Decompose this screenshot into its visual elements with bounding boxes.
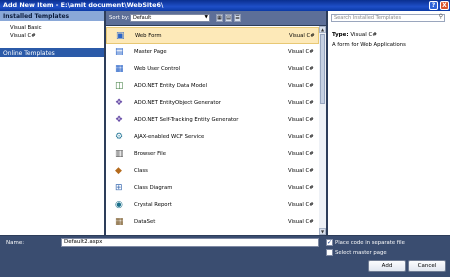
template-language: Visual C# (288, 83, 314, 89)
help-button[interactable]: ? (429, 1, 438, 10)
template-name: Master Page (134, 49, 167, 55)
details-pane: Search Installed Templates ⚲ Type: Visua… (328, 11, 450, 235)
template-row[interactable]: ▤ Master Page Visual C# (106, 44, 319, 61)
sort-value: Default (133, 15, 152, 21)
name-label: Name: (6, 240, 25, 246)
type-line: Type: Visual C# (332, 32, 377, 38)
sort-toolbar: Sort by: Default ▼ ▦ ▤ ☰ (106, 11, 326, 25)
web-form-icon: ▣ (116, 31, 125, 41)
template-name: Web Form (135, 33, 162, 39)
master-page-icon: ▤ (115, 47, 124, 57)
class-diagram-icon: ⊞ (115, 183, 123, 193)
list-view-icon[interactable]: ☰ (234, 14, 241, 22)
sort-label: Sort by: (109, 15, 130, 21)
template-language: Visual C# (288, 49, 314, 55)
template-list: ▣ Web Form Visual C# ▤ Master Page Visual C# ▦… (106, 26, 319, 235)
search-icon[interactable]: ⚲ (439, 14, 443, 20)
template-name: ADO.NET EntityObject Generator (134, 100, 221, 106)
template-row[interactable]: ⚙ AJAX-enabled WCF Service Visual C# (106, 129, 319, 146)
user-control-icon: ▦ (115, 64, 124, 74)
dataset-icon: ▦ (115, 217, 124, 227)
template-language: Visual C# (289, 33, 315, 39)
template-row[interactable]: ▥ Browser File Visual C# (106, 146, 319, 163)
add-button[interactable]: Add (368, 260, 406, 272)
templates-tree: Installed Templates Visual Basic Visual … (0, 11, 104, 235)
cancel-button[interactable]: Cancel (408, 260, 446, 272)
search-placeholder: Search Installed Templates (334, 15, 402, 21)
template-name: Class Diagram (134, 185, 173, 191)
tree-item-visual-csharp[interactable]: Visual C# (10, 33, 36, 39)
template-name: Browser File (134, 151, 167, 157)
window-title: Add New Item - E:\amit document\WebSite6… (3, 1, 164, 9)
wcf-service-icon: ⚙ (115, 132, 124, 142)
scroll-thumb[interactable] (320, 34, 325, 104)
template-name: Web User Control (134, 66, 181, 72)
template-row[interactable]: ◫ ADO.NET Entity Data Model Visual C# (106, 78, 319, 95)
online-templates-item[interactable]: Online Templates (0, 48, 104, 57)
type-value: Visual C# (350, 32, 377, 38)
template-name: DataSet (134, 219, 156, 225)
bottom-panel: Name: Default2.aspx ✓ Place code in sepa… (0, 236, 450, 277)
template-row[interactable]: ❖ ADO.NET EntityObject Generator Visual C# (106, 95, 319, 112)
installed-templates-header[interactable]: Installed Templates (0, 11, 104, 21)
scroll-up-icon[interactable]: ▲ (319, 26, 326, 33)
template-language: Visual C# (288, 117, 314, 123)
dialog-body: Installed Templates Visual Basic Visual … (0, 11, 450, 277)
template-row[interactable]: ◆ Class Visual C# (106, 163, 319, 180)
template-language: Visual C# (288, 134, 314, 140)
template-row[interactable]: ◉ Crystal Report Visual C# (106, 197, 319, 214)
master-page-checkbox[interactable] (326, 249, 333, 256)
scroll-down-icon[interactable]: ▼ (319, 228, 326, 235)
tree-item-visual-basic[interactable]: Visual Basic (10, 25, 42, 31)
template-name: AJAX-enabled WCF Service (134, 134, 205, 140)
template-name: ADO.NET Entity Data Model (134, 83, 207, 89)
small-icons-view-icon[interactable]: ▤ (225, 14, 232, 22)
class-icon: ◆ (115, 166, 122, 176)
separate-code-label: Place code in separate file (335, 240, 405, 246)
close-button[interactable]: X (440, 1, 449, 10)
browser-file-icon: ▥ (115, 149, 124, 159)
template-list-scrollbar[interactable]: ▲ ▼ (319, 26, 326, 235)
template-language: Visual C# (288, 219, 314, 225)
template-name: ADO.NET Self-Tracking Entity Generator (134, 117, 239, 123)
template-row[interactable]: ▦ Web User Control Visual C# (106, 61, 319, 78)
template-language: Visual C# (288, 151, 314, 157)
title-bar: Add New Item - E:\amit document\WebSite6… (0, 0, 450, 11)
template-name: Class (134, 168, 148, 174)
crystal-report-icon: ◉ (115, 200, 123, 210)
master-page-label: Select master page (335, 250, 387, 256)
name-input[interactable]: Default2.aspx (61, 238, 319, 247)
entity-model-icon: ◫ (115, 81, 124, 91)
medium-icons-view-icon[interactable]: ▦ (216, 14, 223, 22)
template-row[interactable]: ⊞ Class Diagram Visual C# (106, 180, 319, 197)
template-row[interactable]: ❖ ADO.NET Self-Tracking Entity Generator V… (106, 112, 319, 129)
template-row[interactable]: ▣ Web Form Visual C# (106, 27, 319, 44)
template-language: Visual C# (288, 202, 314, 208)
search-input[interactable]: Search Installed Templates ⚲ (331, 14, 445, 22)
template-description: A form for Web Applications (332, 42, 406, 48)
chevron-down-icon: ▼ (204, 15, 208, 20)
template-name: Crystal Report (134, 202, 172, 208)
sort-dropdown[interactable]: Default ▼ (130, 14, 210, 22)
template-language: Visual C# (288, 100, 314, 106)
separate-code-checkbox[interactable]: ✓ (326, 239, 333, 246)
template-language: Visual C# (288, 185, 314, 191)
template-language: Visual C# (288, 66, 314, 72)
generator-icon: ❖ (115, 115, 124, 125)
generator-icon: ❖ (115, 98, 124, 108)
template-row[interactable]: ▦ DataSet Visual C# (106, 214, 319, 231)
type-label: Type: (332, 32, 349, 38)
template-language: Visual C# (288, 168, 314, 174)
